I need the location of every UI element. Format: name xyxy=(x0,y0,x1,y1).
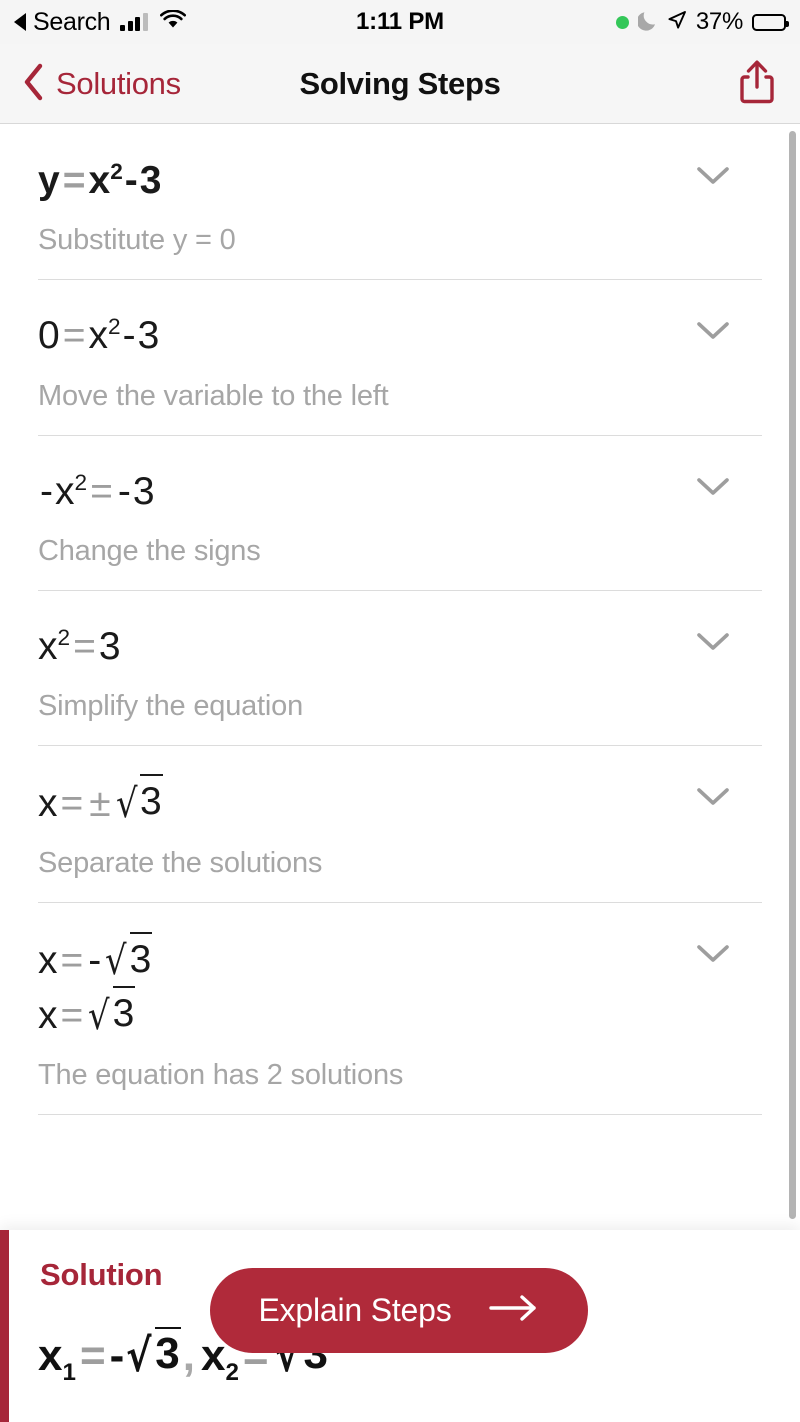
step-equation: x= ± √3 xyxy=(38,774,762,830)
navigation-bar: Solutions Solving Steps xyxy=(0,44,800,124)
token-three: 3 xyxy=(139,159,162,202)
step-description: Substitute y = 0 xyxy=(38,224,236,257)
solving-step-1[interactable]: y=x2-3 Substitute y = 0 xyxy=(0,125,800,281)
status-bar: Search 1:11 PM 37% xyxy=(0,0,800,44)
arrow-right-icon xyxy=(488,1293,540,1328)
share-icon xyxy=(738,59,776,110)
token-subscript-1: 1 xyxy=(62,1358,76,1386)
radical-sign-icon: √ xyxy=(88,992,110,1039)
solving-step-2[interactable]: 0=x2-3 Move the variable to the left xyxy=(0,280,800,436)
chevron-down-icon[interactable] xyxy=(690,314,736,348)
step-equation: y=x2-3 xyxy=(38,155,762,207)
square-root-expression: √3 xyxy=(114,774,163,830)
token-plus-minus: ± xyxy=(89,782,111,825)
green-recording-dot-icon xyxy=(615,15,629,29)
token-equals: = xyxy=(60,782,84,825)
step-equation-line-1: x= - √3 xyxy=(38,931,762,987)
app-root: Search 1:11 PM 37% Solutions Solving Ste… xyxy=(0,0,800,1422)
radicand: 3 xyxy=(129,931,153,986)
location-arrow-icon xyxy=(667,10,687,35)
token-equals: = xyxy=(90,469,113,513)
solution-panel: Solution x1=-√3, x2= √3 Explain Steps xyxy=(0,1230,800,1422)
token-minus: - xyxy=(88,939,102,983)
square-root-expression: √3 xyxy=(86,986,136,1042)
status-bar-right: 37% xyxy=(615,0,789,44)
token-minus: - xyxy=(40,469,53,513)
token-x: x xyxy=(38,1331,63,1380)
token-exponent: 2 xyxy=(110,159,123,184)
solving-step-5[interactable]: x= ± √3 Separate the solutions xyxy=(0,746,800,904)
solution-label: Solution xyxy=(40,1257,163,1292)
chevron-down-icon[interactable] xyxy=(690,625,736,659)
solution-accent-bar xyxy=(0,1230,9,1422)
battery-percent-label: 37% xyxy=(695,8,743,35)
token-y: y xyxy=(38,159,60,202)
square-root-expression: √3 xyxy=(103,931,153,987)
token-x: x xyxy=(55,469,75,513)
chevron-down-icon[interactable] xyxy=(690,470,736,504)
chevron-down-icon[interactable] xyxy=(690,159,736,193)
token-x: x xyxy=(38,939,58,983)
token-comma: , xyxy=(182,1331,195,1380)
token-exponent: 2 xyxy=(74,469,88,495)
token-subscript-2: 2 xyxy=(225,1358,239,1386)
square-root-expression: √3 xyxy=(124,1327,181,1382)
solving-step-4[interactable]: x2=3 Simplify the equation xyxy=(0,591,800,746)
scrollbar-thumb[interactable] xyxy=(789,131,796,1219)
explain-steps-button[interactable]: Explain Steps xyxy=(210,1268,588,1353)
token-minus: - xyxy=(117,469,131,513)
token-equals: = xyxy=(62,159,86,202)
radicand: 3 xyxy=(112,986,136,1040)
solving-step-3[interactable]: -x2= -3 Change the signs xyxy=(0,436,800,591)
step-description: Separate the solutions xyxy=(38,847,323,880)
step-equation-line-2: x= √3 xyxy=(38,986,762,1042)
token-three: 3 xyxy=(132,469,155,513)
token-x: x xyxy=(88,159,111,202)
token-exponent: 2 xyxy=(107,314,121,340)
step-equation: -x2= -3 xyxy=(38,466,762,518)
status-bar-clock: 1:11 PM xyxy=(356,8,444,35)
radical-sign-icon: √ xyxy=(126,1328,152,1382)
solving-steps-list[interactable]: y=x2-3 Substitute y = 0 0=x2-3 Move the … xyxy=(0,125,800,1230)
step-description: Simplify the equation xyxy=(38,690,304,722)
radical-sign-icon: √ xyxy=(115,780,138,827)
solving-step-6[interactable]: x= - √3 x= √3 The equation has 2 solutions xyxy=(0,903,800,1115)
share-button[interactable] xyxy=(738,44,776,124)
do-not-disturb-moon-icon xyxy=(636,9,658,36)
step-description: The equation has 2 solutions xyxy=(38,1058,404,1091)
token-equals: = xyxy=(79,1331,106,1380)
step-description: Change the signs xyxy=(38,534,261,567)
token-minus: - xyxy=(124,159,138,202)
token-minus: - xyxy=(109,1331,125,1380)
explain-steps-label: Explain Steps xyxy=(258,1292,452,1328)
token-exponent: 2 xyxy=(57,624,71,650)
token-x: x xyxy=(38,782,58,825)
token-equals: = xyxy=(60,939,84,983)
battery-icon xyxy=(752,13,789,31)
radicand: 3 xyxy=(155,1327,181,1379)
chevron-down-icon[interactable] xyxy=(690,780,736,814)
radicand: 3 xyxy=(140,774,163,828)
token-minus: - xyxy=(122,314,136,358)
token-x: x xyxy=(38,624,58,668)
step-equation: x2=3 xyxy=(38,621,762,673)
step-description: Move the variable to the left xyxy=(38,379,389,412)
step-equation: 0=x2-3 xyxy=(38,310,762,362)
token-x: x xyxy=(88,314,108,358)
token-equals: = xyxy=(73,624,96,668)
token-zero: 0 xyxy=(38,314,60,358)
token-equals: = xyxy=(60,993,84,1037)
radical-sign-icon: √ xyxy=(105,938,127,985)
token-equals: = xyxy=(62,314,86,358)
token-three: 3 xyxy=(98,624,121,668)
vertical-scrollbar[interactable] xyxy=(786,128,798,1226)
token-x: x xyxy=(38,993,58,1037)
token-three: 3 xyxy=(137,314,160,358)
chevron-down-icon[interactable] xyxy=(690,937,736,971)
page-title: Solving Steps xyxy=(299,66,501,101)
